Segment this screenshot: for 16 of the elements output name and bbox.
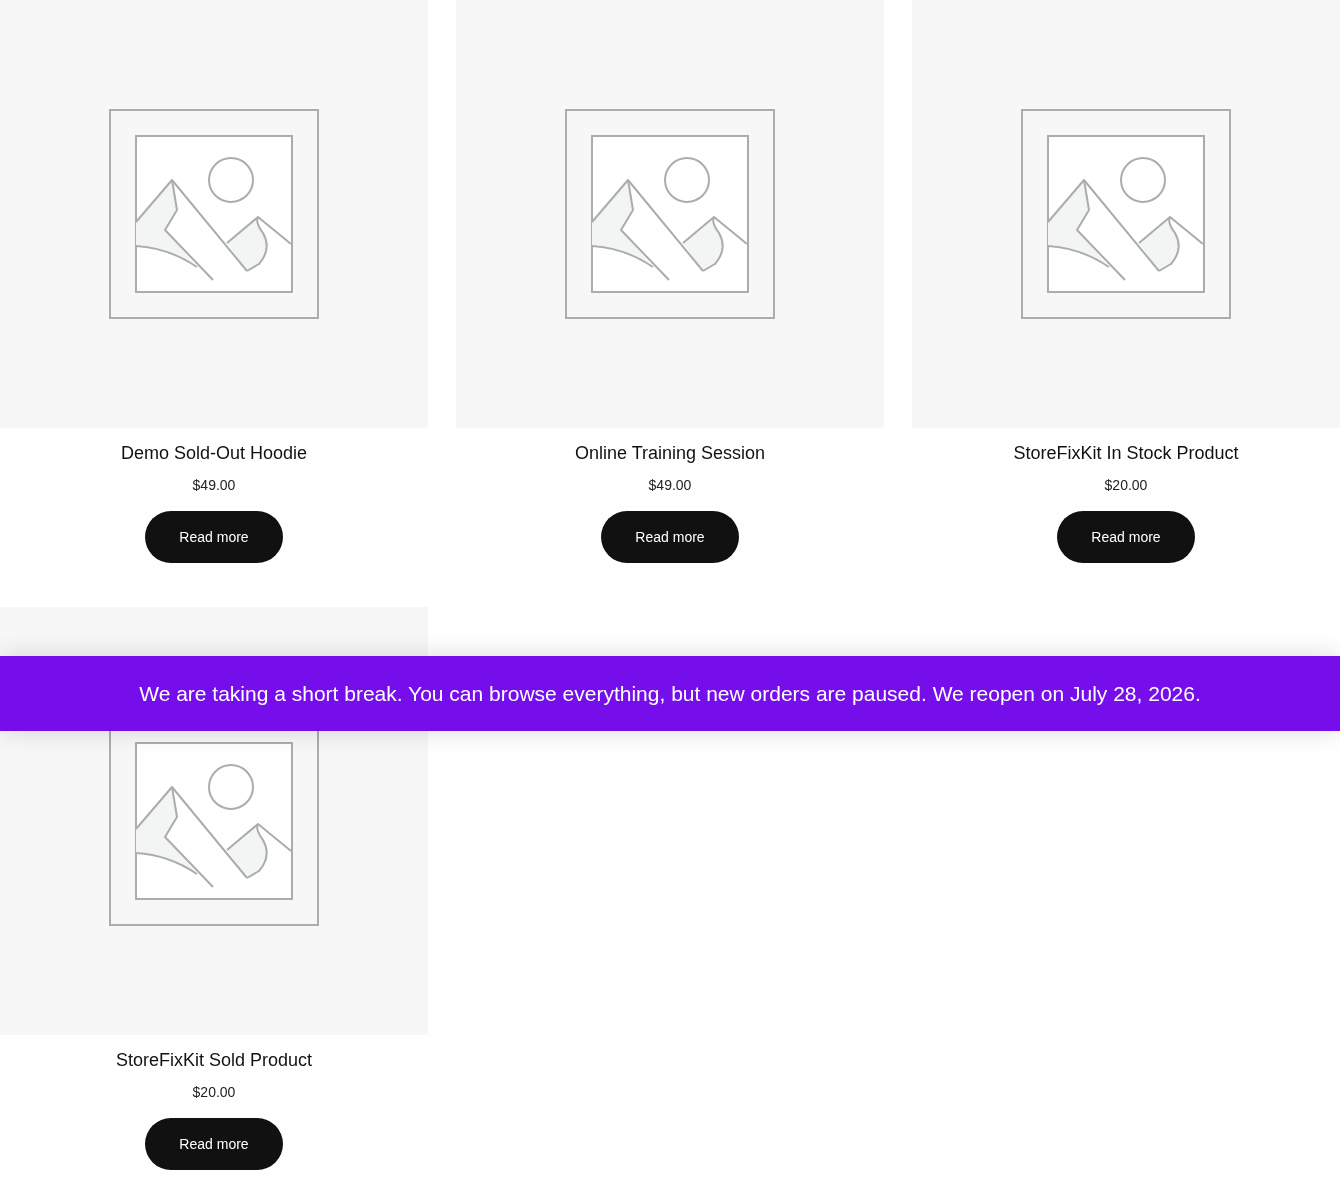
read-more-button[interactable]: Read more — [145, 1118, 283, 1170]
store-notice-banner: We are taking a short break. You can browse everything, but new orders are paused. We reopen on July 28, 2026. — [0, 656, 1340, 731]
product-price: $20.00 — [1104, 476, 1148, 495]
read-more-button[interactable]: Read more — [1057, 511, 1195, 563]
product-price: $20.00 — [192, 1083, 236, 1102]
read-more-button[interactable]: Read more — [145, 511, 283, 563]
product-title: Online Training Session — [574, 442, 766, 465]
product-price: $49.00 — [648, 476, 692, 495]
product-title: Demo Sold-Out Hoodie — [120, 442, 308, 465]
image-placeholder-icon — [565, 109, 775, 319]
product-title: StoreFixKit Sold Product — [115, 1049, 313, 1072]
read-more-button[interactable]: Read more — [601, 511, 739, 563]
image-placeholder-icon — [109, 109, 319, 319]
image-placeholder-icon — [1021, 109, 1231, 319]
product-title: StoreFixKit In Stock Product — [1013, 442, 1239, 465]
product-price: $49.00 — [192, 476, 236, 495]
